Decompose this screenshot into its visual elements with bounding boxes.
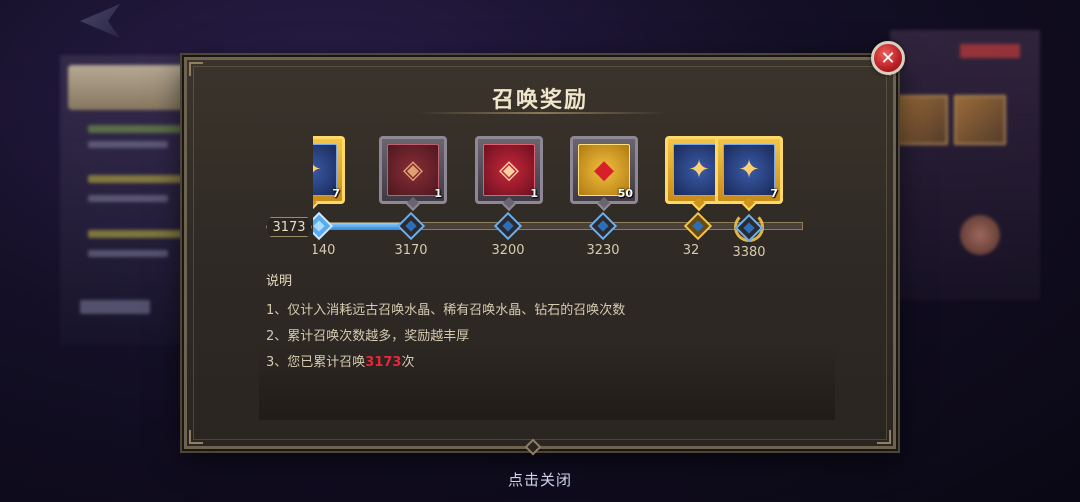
milestone-node bbox=[683, 211, 713, 241]
frame-ornament bbox=[524, 438, 542, 456]
background-left-panel bbox=[60, 55, 190, 345]
close-icon: ✕ bbox=[880, 47, 896, 69]
milestone-label: 3230 bbox=[586, 243, 620, 258]
reward-count: 50 bbox=[617, 187, 633, 200]
reward-item[interactable]: ◈ 1 bbox=[475, 136, 543, 212]
close-button[interactable]: ✕ bbox=[871, 41, 905, 75]
description-prefix: 3、您已累计召唤 bbox=[266, 355, 366, 370]
milestone-label: 140 bbox=[313, 243, 336, 258]
description-heading: 说明 bbox=[266, 274, 293, 289]
milestone-label: 3200 bbox=[491, 243, 525, 258]
back-arrow-icon bbox=[80, 4, 120, 38]
description-section: 说明 1、仅计入消耗远古召唤水晶、稀有召唤水晶、钻石的召唤次数 2、累计召唤次数… bbox=[266, 270, 625, 377]
description-line: 3、您已累计召唤3173次 bbox=[266, 351, 625, 370]
reward-item[interactable]: ✦ 7 bbox=[313, 136, 345, 212]
milestone-node bbox=[313, 211, 334, 241]
blue-relic-icon: ✦ bbox=[738, 155, 760, 185]
red-crystal-icon: ◈ bbox=[499, 155, 519, 185]
title-divider bbox=[417, 112, 667, 114]
reward-count: 7 bbox=[770, 187, 778, 200]
summon-reward-dialog: 召唤奖励 ✦ 7 ◈ 1 ◈ 1 ◆ 50 bbox=[184, 57, 896, 456]
summon-count-value: 3173 bbox=[365, 355, 402, 370]
reward-item[interactable]: ◆ 50 bbox=[570, 136, 638, 212]
frame-corner bbox=[189, 62, 203, 76]
tap-to-close-hint[interactable]: 点击关闭 bbox=[0, 469, 1080, 490]
milestone-node bbox=[396, 211, 426, 241]
reward-count: 1 bbox=[530, 187, 538, 200]
description-line: 1、仅计入消耗远古召唤水晶、稀有召唤水晶、钻石的召唤次数 bbox=[266, 303, 626, 318]
milestone-label: 32 bbox=[682, 243, 700, 258]
purple-crystal-icon: ◈ bbox=[403, 155, 423, 185]
reward-count: 7 bbox=[332, 187, 340, 200]
current-progress-badge: 3173 bbox=[266, 217, 312, 237]
milestone-label: 3170 bbox=[394, 243, 428, 258]
progress-bar bbox=[313, 222, 803, 230]
frame-corner bbox=[189, 430, 203, 444]
frame-corner bbox=[877, 430, 891, 444]
background-right-panel bbox=[890, 30, 1040, 300]
dialog-title: 召唤奖励 bbox=[491, 88, 588, 113]
description-line: 2、累计召唤次数越多，奖励越丰厚 bbox=[266, 329, 470, 344]
milestone-node bbox=[588, 211, 618, 241]
reward-item[interactable]: ◈ 1 bbox=[379, 136, 447, 212]
milestone-label: 3380 bbox=[732, 245, 766, 260]
reward-count: 1 bbox=[434, 187, 442, 200]
final-reward-item[interactable]: ✦ 7 bbox=[715, 136, 783, 212]
milestone-node bbox=[493, 211, 523, 241]
description-suffix: 次 bbox=[401, 355, 415, 370]
